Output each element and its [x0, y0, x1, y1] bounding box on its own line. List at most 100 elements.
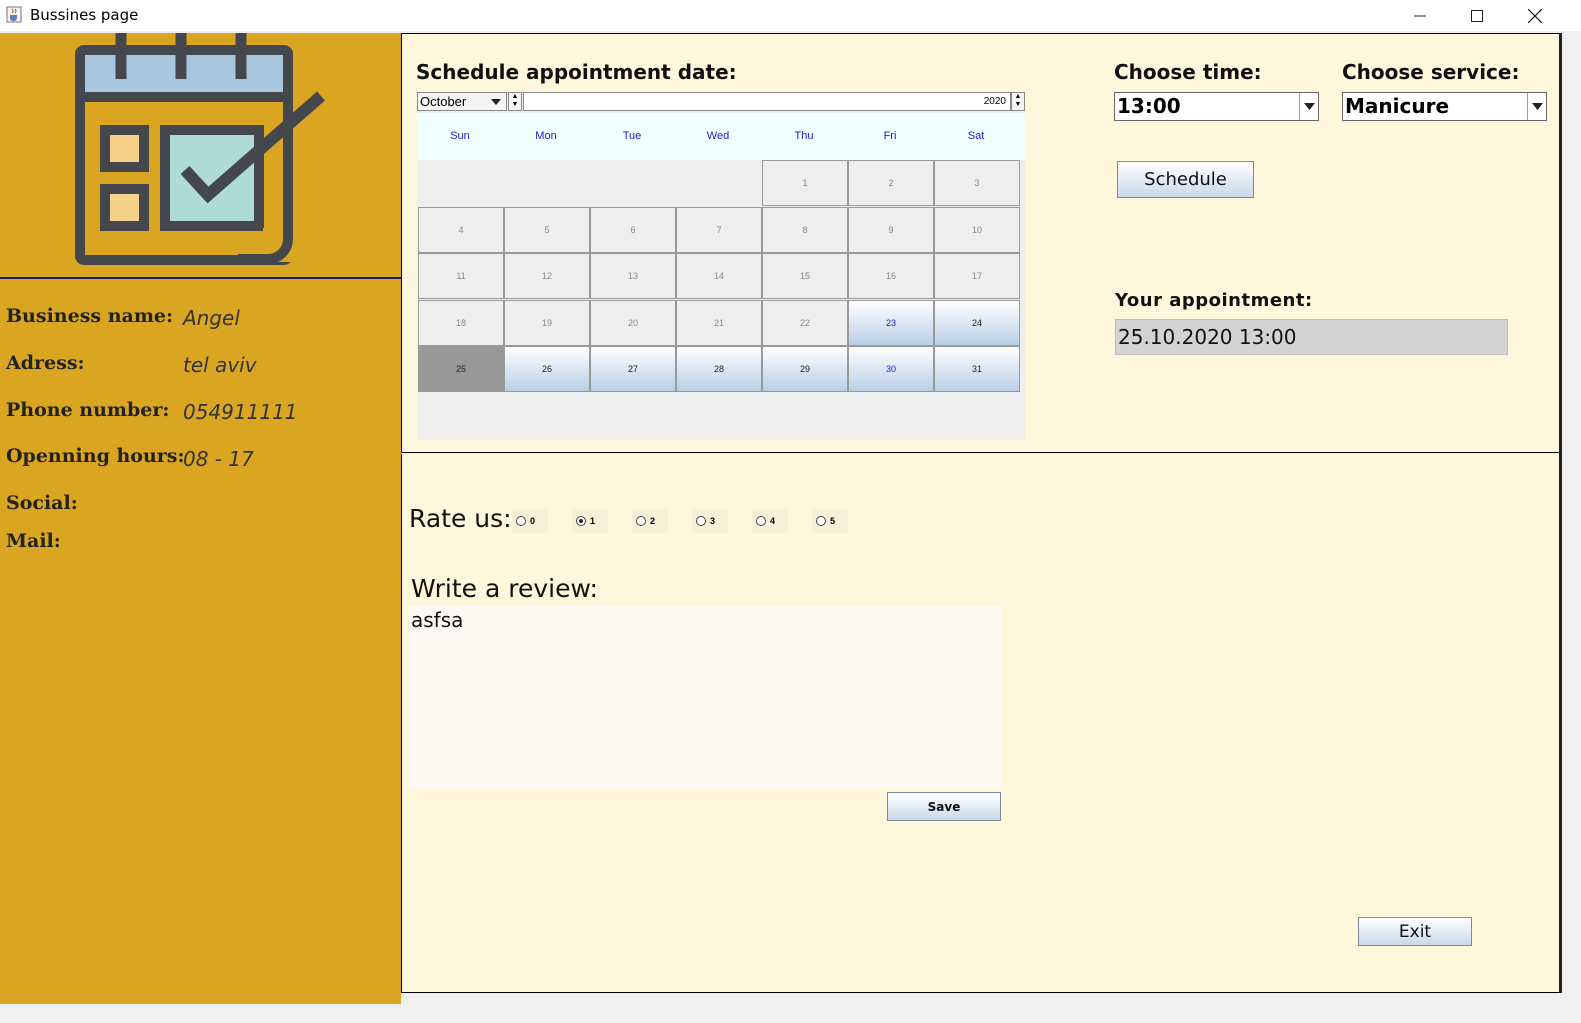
- calendar-day[interactable]: 16: [848, 253, 934, 299]
- phone-label: Phone number:: [6, 399, 170, 421]
- rating-radio-5[interactable]: 5: [812, 509, 848, 533]
- calendar-day[interactable]: 18: [418, 299, 504, 346]
- rating-option-label: 1: [590, 516, 596, 526]
- radio-circle-icon: [756, 516, 766, 526]
- calendar-day[interactable]: 8: [762, 206, 848, 253]
- calendar-day[interactable]: 7: [676, 206, 762, 253]
- calendar-day[interactable]: 24: [934, 299, 1020, 346]
- calendar-day[interactable]: 11: [418, 253, 504, 299]
- title-bar: Bussines page: [0, 0, 1581, 31]
- calendar-day[interactable]: 3: [934, 160, 1020, 206]
- rating-option-label: 3: [710, 516, 716, 526]
- rating-radio-2[interactable]: 2: [632, 509, 668, 533]
- rating-radio-1[interactable]: 1: [572, 509, 608, 533]
- rating-option-label: 4: [770, 516, 776, 526]
- business-info-sidebar: Business name: Angel Adress: tel aviv Ph…: [0, 33, 401, 1004]
- address-label: Adress:: [6, 352, 85, 374]
- weekday-label: Fri: [883, 130, 897, 142]
- appointment-field: 25.10.2020 13:00: [1115, 319, 1508, 355]
- window-content: Business name: Angel Adress: tel aviv Ph…: [0, 33, 1566, 1004]
- calendar-day[interactable]: 17: [934, 253, 1020, 299]
- radio-circle-icon: [516, 516, 526, 526]
- close-icon: [1528, 8, 1542, 23]
- rating-option-label: 0: [530, 516, 536, 526]
- sidebar-divider: [0, 277, 401, 279]
- address-value: tel aviv: [183, 353, 257, 377]
- schedule-panel: Schedule appointment date: October ▲ ▼ 20…: [401, 33, 1562, 453]
- calendar-check-icon: [75, 33, 325, 265]
- calendar-day[interactable]: 27: [590, 346, 676, 392]
- calendar-day[interactable]: 26: [504, 346, 590, 392]
- close-button[interactable]: [1507, 0, 1563, 31]
- mail-label: Mail:: [6, 530, 61, 552]
- weekday-header: Sun Mon Tue Wed Thu Fri Sat: [417, 113, 1025, 160]
- radio-circle-icon: [816, 516, 826, 526]
- exit-button[interactable]: Exit: [1358, 917, 1472, 946]
- calendar-day[interactable]: 9: [848, 206, 934, 253]
- rating-radio-4[interactable]: 4: [752, 509, 788, 533]
- phone-value: 054911111: [183, 400, 298, 424]
- calendar-day[interactable]: 12: [504, 253, 590, 299]
- review-textarea[interactable]: asfsa: [409, 606, 1001, 788]
- month-select[interactable]: October: [417, 92, 507, 111]
- window-right-border: [1559, 33, 1562, 993]
- calendar-day[interactable]: 2: [848, 160, 934, 206]
- schedule-button[interactable]: Schedule: [1117, 161, 1254, 198]
- calendar-day[interactable]: 6: [590, 206, 676, 253]
- minimize-icon: [1414, 15, 1426, 16]
- calendar-day[interactable]: 29: [762, 346, 848, 392]
- social-label: Social:: [6, 492, 78, 514]
- calendar-day[interactable]: 31: [934, 346, 1020, 392]
- weekday-label: Sun: [450, 130, 470, 142]
- service-value: Manicure: [1345, 94, 1450, 118]
- calendar-day[interactable]: 28: [676, 346, 762, 392]
- weekday-label: Tue: [622, 130, 642, 142]
- service-heading: Choose service:: [1342, 60, 1520, 84]
- calendar-day[interactable]: 13: [590, 253, 676, 299]
- opening-hours-label: Openning hours:: [6, 445, 185, 467]
- rating-option-label: 2: [650, 516, 656, 526]
- time-select[interactable]: 13:00: [1114, 92, 1319, 121]
- calendar-day[interactable]: 1: [762, 160, 848, 206]
- review-panel: Rate us: 0 1 2 3 4 5 Write a review: asfsa Sa…: [401, 454, 1562, 993]
- calendar-day[interactable]: 25: [418, 346, 504, 392]
- calendar-day[interactable]: 5: [504, 206, 590, 253]
- business-name-value: Angel: [183, 306, 240, 330]
- chevron-down-icon: [487, 94, 505, 110]
- radio-circle-icon: [636, 516, 646, 526]
- weekday-label: Sat: [967, 130, 985, 142]
- window-title: Bussines page: [30, 6, 139, 24]
- java-cup-icon: [6, 6, 22, 23]
- calendar-day[interactable]: 22: [762, 299, 848, 346]
- calendar-day[interactable]: 4: [418, 206, 504, 253]
- calendar-day[interactable]: 10: [934, 206, 1020, 253]
- service-select[interactable]: Manicure: [1342, 92, 1547, 121]
- review-label: Write a review:: [411, 574, 598, 603]
- year-spinner[interactable]: ▲ ▼: [1011, 92, 1025, 111]
- save-button[interactable]: Save: [887, 792, 1001, 821]
- calendar-day[interactable]: 19: [504, 299, 590, 346]
- calendar-day[interactable]: 15: [762, 253, 848, 299]
- weekday-label: Mon: [535, 130, 557, 142]
- minimize-button[interactable]: [1392, 0, 1448, 31]
- weekday-label: Wed: [706, 130, 730, 142]
- chevron-down-icon: [1527, 93, 1546, 120]
- time-value: 13:00: [1117, 94, 1181, 118]
- business-name-label: Business name:: [6, 305, 174, 327]
- calendar-day[interactable]: 14: [676, 253, 762, 299]
- calendar-day[interactable]: 30: [848, 346, 934, 392]
- month-spinner[interactable]: ▲ ▼: [508, 92, 522, 111]
- radio-circle-icon: [576, 516, 586, 526]
- time-heading: Choose time:: [1114, 60, 1262, 84]
- calendar-day[interactable]: 23: [848, 299, 934, 346]
- rating-radio-0[interactable]: 0: [512, 509, 548, 533]
- radio-circle-icon: [696, 516, 706, 526]
- chevron-down-icon: [1299, 93, 1318, 120]
- year-field[interactable]: 2020: [523, 92, 1011, 111]
- calendar-day[interactable]: 20: [590, 299, 676, 346]
- maximize-button[interactable]: [1449, 0, 1505, 31]
- maximize-icon: [1471, 9, 1483, 22]
- rate-label: Rate us:: [409, 504, 512, 533]
- calendar-day[interactable]: 21: [676, 299, 762, 346]
- rating-radio-3[interactable]: 3: [692, 509, 728, 533]
